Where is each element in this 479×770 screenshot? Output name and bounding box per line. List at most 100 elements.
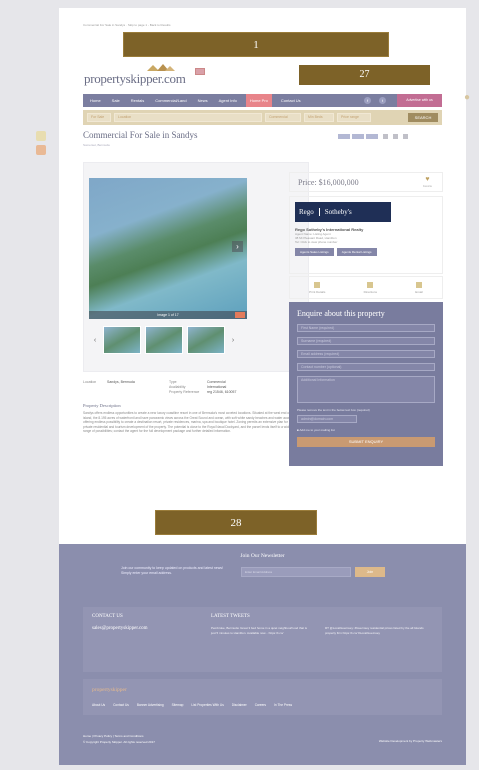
copyright: © Copyright Property Skipper. All rights… (83, 740, 155, 744)
share-email-button[interactable] (366, 134, 378, 139)
thumbnail[interactable] (145, 326, 183, 354)
favorite-label: Favorite (422, 185, 432, 188)
print-icon (314, 281, 321, 288)
footer-brand[interactable]: propertyskipper (92, 687, 127, 693)
price-box: Price: $16,000,000 ♥ Favorite (289, 172, 443, 192)
listing-subtitle[interactable]: Somerset, Bermuda (83, 143, 110, 147)
search-category-select[interactable]: Commercial (265, 113, 301, 122)
captcha-note: Please remove the text in the below text… (297, 408, 370, 412)
user-icon[interactable]: ● (464, 92, 476, 104)
left-floating-icons (36, 131, 46, 159)
ad-banner-top[interactable]: 1 (123, 32, 389, 57)
site-logo[interactable]: propertyskipper.com (84, 71, 186, 87)
print-details-button[interactable]: Print Details (309, 281, 325, 294)
footer-bottom: Home | Privacy Policy | Terms and Condit… (83, 733, 155, 745)
reference-label: Property Reference (169, 390, 200, 394)
footer: Join Our Newsletter Join our community t… (59, 544, 466, 765)
property-details: Location Sandys, Bermuda Type Commercial… (83, 380, 309, 434)
thumb-prev-arrow-icon[interactable]: ‹ (91, 337, 99, 344)
nav-agent-info[interactable]: Agent Info (217, 94, 239, 107)
share-twitter-button[interactable] (352, 134, 364, 139)
nav-home-pro[interactable]: Home Pro (245, 94, 272, 107)
favorite-button[interactable]: ♥ Favorite (423, 176, 432, 190)
nav-home[interactable]: Home (88, 94, 103, 107)
search-location-input[interactable]: Location (114, 113, 262, 122)
breadcrumb[interactable]: Commercial For Sale in Sandys · Skip to … (83, 23, 171, 27)
agent-rental-listings-button[interactable]: Agents Rental Listings (336, 248, 377, 256)
agent-phone-link[interactable]: Tel: Click to view phone number (295, 240, 437, 244)
submit-enquiry-button[interactable]: SUBMIT ENQUIRY (297, 437, 435, 447)
advertise-button[interactable]: Advertise with us (397, 94, 442, 107)
newsletter-title: Join Our Newsletter (240, 553, 285, 559)
logo-roof-icon (147, 64, 175, 71)
main-photo[interactable]: › Image 1 of 17 (89, 178, 247, 319)
footer-link-contact[interactable]: Contact Us (113, 703, 129, 707)
thumbnail[interactable] (187, 326, 225, 354)
directions-button[interactable]: Directions (364, 281, 377, 294)
location-label: Location (83, 380, 97, 384)
message-field[interactable]: Additional Information (297, 376, 435, 403)
video-icon[interactable] (235, 312, 245, 318)
footer-link-sitemap[interactable]: Sitemap (172, 703, 184, 707)
agent-sales-listings-button[interactable]: Agents Sales Listings (295, 248, 334, 256)
mailing-list-checkbox[interactable]: ■ Add me to your mailing list (297, 428, 435, 432)
search-beds-select[interactable]: Min Beds (304, 113, 334, 122)
type-label: Type (169, 380, 177, 384)
nav-contact[interactable]: Contact Us (279, 94, 303, 107)
nav-news[interactable]: News (196, 94, 210, 107)
footer-link-banner[interactable]: Banner Advertising (137, 703, 164, 707)
newsletter-join-button[interactable]: Join (355, 567, 385, 577)
tweets-heading: LATEST TWEETS (211, 614, 250, 619)
surname-field[interactable]: Surname (required) (297, 337, 435, 345)
phone-icon[interactable] (36, 131, 46, 141)
map-pin-icon (367, 281, 374, 288)
contact-email-link[interactable]: sales@propertyskipper.com (92, 626, 148, 631)
captcha-field[interactable]: admin@domain.com (297, 415, 357, 423)
search-button[interactable]: SEARCH (408, 113, 438, 122)
email-button[interactable]: Email (415, 281, 423, 294)
newsletter-text: Join our community to keep updated on pr… (121, 566, 223, 575)
print-icon[interactable] (383, 134, 388, 139)
flag-icon[interactable] (195, 68, 205, 75)
footer-link-careers[interactable]: Careers (255, 703, 266, 707)
ad-banner-right[interactable]: 27 (299, 65, 430, 85)
tweet[interactable]: Pembroke, Bermuda: Great 3 bed home in a… (211, 626, 311, 635)
footer-link-press[interactable]: In The Press (274, 703, 292, 707)
search-type-select[interactable]: For Sale (87, 113, 111, 122)
footer-link-list-properties[interactable]: List Properties With Us (191, 703, 223, 707)
agent-logo-right: Sotheby's (318, 208, 352, 216)
share-facebook-button[interactable] (338, 134, 350, 139)
agent-logo-left: Rego (299, 208, 314, 216)
next-photo-button[interactable]: › (232, 241, 243, 252)
share-bar (338, 134, 408, 139)
email-field[interactable]: Email address (required) (297, 350, 435, 358)
type-value: Commercial (207, 380, 226, 384)
ad-banner-bottom[interactable]: 28 (155, 510, 317, 535)
footer-link-disclaimer[interactable]: Disclaimer (232, 703, 247, 707)
thumbnail[interactable] (103, 326, 141, 354)
back-icon[interactable] (403, 134, 408, 139)
agent-logo[interactable]: Rego Sotheby's (295, 202, 391, 222)
info-icon[interactable] (36, 145, 46, 155)
search-bar: For Sale Location Commercial Min Beds Pr… (83, 110, 442, 125)
listing-title: Commercial For Sale in Sandys (83, 130, 198, 140)
first-name-field[interactable]: First Name (required) (297, 324, 435, 332)
nav-sale[interactable]: Sale (110, 94, 122, 107)
mail-icon[interactable] (393, 134, 398, 139)
nav-commercial[interactable]: Commercial/Land (153, 94, 188, 107)
footer-link-about[interactable]: About Us (92, 703, 105, 707)
facebook-icon[interactable]: f (364, 97, 371, 104)
developer-credit[interactable]: Website Development by Property Webmaste… (379, 739, 442, 743)
footer-links-box: propertyskipper About Us Contact Us Bann… (83, 679, 442, 715)
nav-rentals[interactable]: Rentals (129, 94, 147, 107)
thumb-next-arrow-icon[interactable]: › (229, 337, 237, 344)
newsletter-email-input[interactable]: Enter Email Address (241, 567, 351, 577)
phone-field[interactable]: Contact number (optional) (297, 363, 435, 371)
twitter-icon[interactable]: t (379, 97, 386, 104)
search-price-select[interactable]: Price range (337, 113, 371, 122)
tweet[interactable]: RT @LocalGuernsey: #Guernsey residential… (325, 626, 425, 635)
thumbnail-strip: ‹ › (89, 325, 247, 355)
footer-contact-tweets: CONTACT US sales@propertyskipper.com LAT… (83, 607, 442, 672)
contact-heading: CONTACT US (92, 614, 123, 619)
listing-actions: Print Details Directions Email (289, 276, 443, 299)
